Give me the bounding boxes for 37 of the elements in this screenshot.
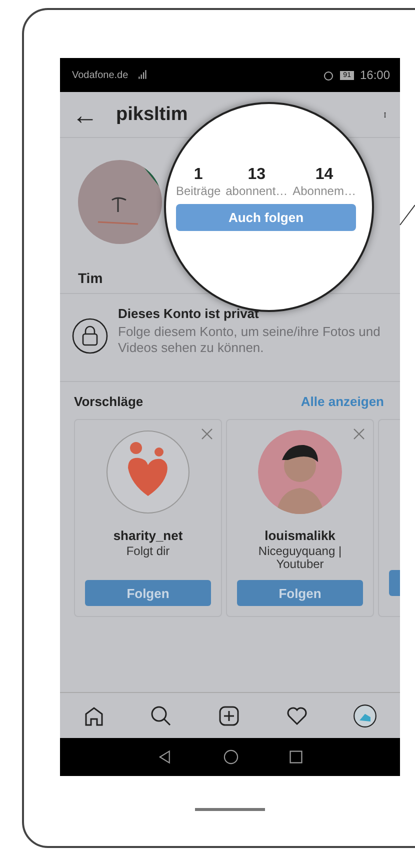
follow-button[interactable]: Folgen: [85, 580, 211, 606]
home-circle-icon[interactable]: [223, 749, 239, 765]
profile-avatar-icon[interactable]: [353, 704, 378, 728]
stat-label: Beiträge: [176, 184, 221, 198]
lock-icon: [72, 318, 108, 354]
display-name: Tim: [78, 270, 104, 286]
back-triangle-icon[interactable]: [157, 749, 173, 765]
stat-label: abonnent…: [226, 184, 288, 198]
suggestion-subtitle: Folgt dir: [125, 545, 171, 558]
profile-username: piksltim: [116, 104, 189, 126]
heart-icon[interactable]: [286, 704, 308, 726]
see-all-link[interactable]: Alle anzeigen: [300, 394, 384, 409]
stat-label: Abonnem…: [292, 184, 356, 198]
recent-apps-icon[interactable]: [289, 750, 303, 764]
clock: 16:00: [360, 68, 390, 82]
follow-back-button[interactable]: Auch folgen: [176, 204, 356, 231]
heart-logo-icon: [106, 430, 190, 514]
carrier-label: Vodafone.de: [72, 70, 128, 80]
suggestion-subtitle: Niceguyquang | Youtuber: [257, 545, 343, 571]
private-account-text: Folge diesem Konto, um seine/ihre Fotos und Videos sehen zu können.: [118, 324, 382, 356]
home-icon[interactable]: [82, 704, 105, 726]
suggestion-username: sharity_net: [113, 528, 183, 543]
suggestions-heading: Vorschläge: [74, 394, 144, 409]
search-icon[interactable]: [150, 704, 172, 726]
stat-count: 1: [194, 166, 203, 184]
suggestion-username: louismalikk: [264, 528, 336, 543]
stat-count: 13: [248, 166, 266, 184]
close-icon[interactable]: [353, 428, 365, 440]
person-silhouette-icon: [258, 430, 342, 514]
stat-count: 14: [315, 166, 334, 184]
leader-line: [400, 204, 415, 226]
back-button[interactable]: ←: [72, 102, 116, 128]
follow-button[interactable]: Folgen: [237, 580, 363, 606]
speaker-slot: [195, 808, 265, 811]
add-icon[interactable]: [218, 704, 240, 726]
close-icon[interactable]: [201, 428, 213, 440]
private-account-title: Dieses Konto ist privat: [118, 306, 260, 321]
